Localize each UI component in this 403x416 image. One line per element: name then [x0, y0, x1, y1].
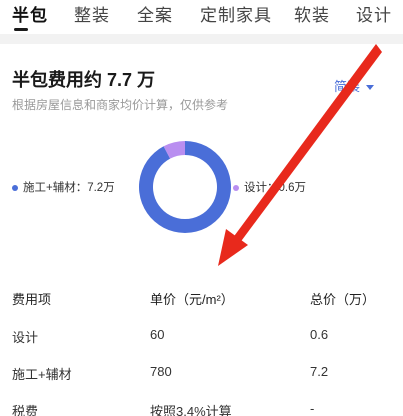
tab-soft-decoration[interactable]: 软装 — [294, 1, 330, 26]
tab-quanan[interactable]: 全案 — [137, 1, 173, 26]
cost-donut-chart — [139, 141, 231, 233]
table-header-item: 费用项 — [12, 292, 52, 307]
tab-custom-furniture[interactable]: 定制家具 — [200, 1, 272, 26]
active-tab-indicator — [14, 28, 28, 31]
category-tabs: 半包 整装 全案 定制家具 软装 设计 — [0, 0, 403, 34]
tab-banbao[interactable]: 半包 — [12, 1, 48, 26]
decoration-style-dropdown[interactable]: 简装 — [334, 76, 375, 95]
legend-design: 设计：0.6万 — [233, 179, 306, 195]
legend-construction: 施工+辅材：7.2万 — [12, 179, 115, 195]
table-cell-item: 设计 — [12, 330, 39, 345]
tab-zhengzhuang[interactable]: 整装 — [74, 1, 110, 26]
table-header-unit-price: 单价（元/m²） — [150, 292, 234, 307]
cost-title: 半包费用约 7.7 万 — [12, 70, 156, 90]
table-cell-unit-price: 按照3.4%计算 — [150, 404, 232, 416]
decoration-style-label: 简装 — [334, 79, 361, 94]
legend-dot-design — [233, 184, 239, 191]
cost-subtitle: 根据房屋信息和商家均价计算，仅供参考 — [12, 98, 229, 112]
table-cell-total-price: 7.2 — [310, 364, 329, 379]
table-cell-unit-price: 780 — [150, 364, 172, 379]
chevron-down-icon — [366, 85, 375, 91]
table-cell-total-price: - — [310, 401, 315, 416]
table-cell-total-price: 0.6 — [310, 327, 329, 342]
table-cell-item: 税费 — [12, 404, 39, 416]
legend-label-design: 设计：0.6万 — [244, 182, 306, 194]
table-cell-unit-price: 60 — [150, 327, 165, 342]
table-header-total-price: 总价（万） — [310, 292, 376, 307]
legend-dot-construction — [12, 184, 18, 191]
tab-design[interactable]: 设计 — [356, 1, 392, 26]
section-separator — [0, 34, 403, 44]
legend-label-construction: 施工+辅材：7.2万 — [23, 182, 115, 194]
table-cell-item: 施工+辅材 — [12, 367, 72, 382]
